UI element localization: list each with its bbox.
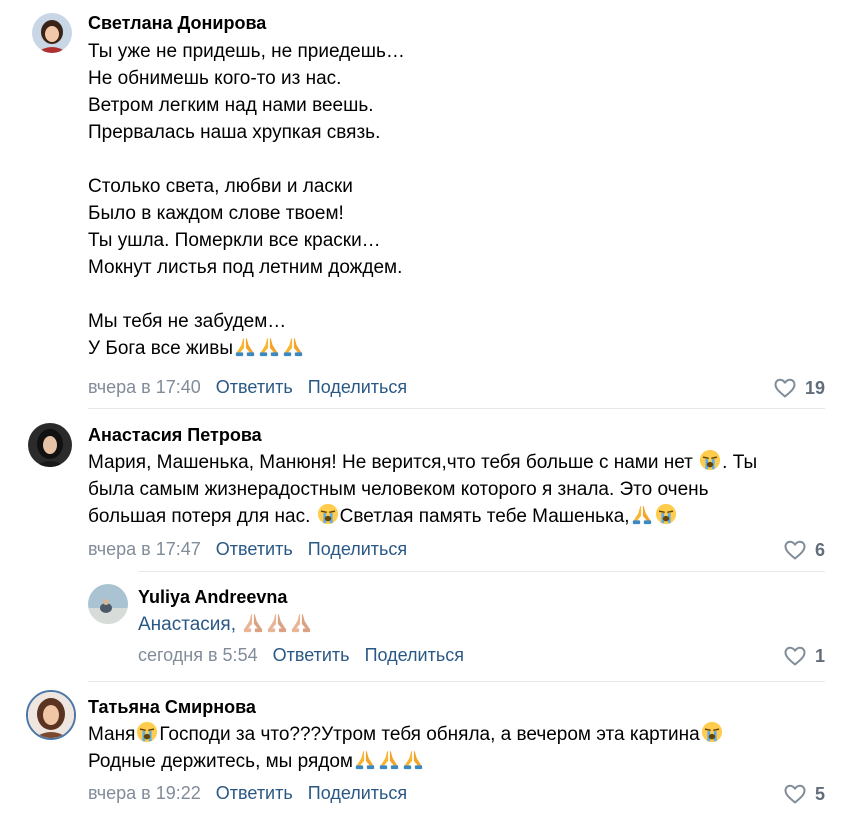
heart-outline-icon xyxy=(773,376,797,400)
comment-text: Мария, Машенька, Манюня! Не верится,что … xyxy=(88,449,828,530)
folded-hands-emoji xyxy=(282,335,304,357)
comment: Анастасия Петрова Мария, Машенька, Манюн… xyxy=(0,410,855,572)
folded-hands-emoji xyxy=(378,748,400,770)
reply-button[interactable]: Ответить xyxy=(216,539,293,559)
folded-hands-emoji xyxy=(290,611,312,633)
comment-text: Ты уже не придешь, не приедешь… Не обним… xyxy=(88,41,405,359)
like-count: 6 xyxy=(814,540,825,560)
reply-button[interactable]: Ответить xyxy=(273,645,350,665)
comment-text: Маня Господи за что???Утром тебя обняла, … xyxy=(88,721,828,775)
folded-hands-emoji xyxy=(234,335,256,357)
like-button[interactable]: 1 xyxy=(783,644,825,668)
loudly-crying-face-emoji xyxy=(655,503,677,525)
comment-text: Анастасия, xyxy=(138,611,828,638)
comment: Татьяна Смирнова Маня Господи за что???Ут… xyxy=(0,682,855,820)
comment-author[interactable]: Светлана Донирова xyxy=(88,12,828,34)
heart-outline-icon xyxy=(783,538,807,562)
loudly-crying-face-emoji xyxy=(699,449,721,471)
divider xyxy=(88,408,825,409)
reply-mention-link[interactable]: Анастасия xyxy=(138,614,231,635)
reply-button[interactable]: Ответить xyxy=(216,377,293,397)
loudly-crying-face-emoji xyxy=(317,503,339,525)
comment-time[interactable]: вчера в 17:40 xyxy=(88,377,201,397)
comment-author[interactable]: Анастасия Петрова xyxy=(88,424,828,446)
comment: Светлана Донирова Ты уже не придешь, не … xyxy=(0,0,855,410)
like-count: 19 xyxy=(804,378,825,398)
comment-meta: вчера в 17:47 Ответить Поделиться xyxy=(88,538,407,560)
share-button[interactable]: Поделиться xyxy=(365,645,464,665)
comment-meta: вчера в 19:22 Ответить Поделиться xyxy=(88,782,407,804)
comment-meta: вчера в 17:40 Ответить Поделиться xyxy=(88,376,407,398)
folded-hands-emoji xyxy=(631,503,653,525)
like-count: 1 xyxy=(814,646,825,666)
like-button[interactable]: 5 xyxy=(783,782,825,806)
heart-outline-icon xyxy=(783,644,807,668)
heart-outline-icon xyxy=(783,782,807,806)
avatar[interactable] xyxy=(28,423,72,467)
comment-meta: сегодня в 5:54 Ответить Поделиться xyxy=(138,644,464,666)
folded-hands-emoji xyxy=(354,748,376,770)
comment-time[interactable]: вчера в 17:47 xyxy=(88,539,201,559)
like-button[interactable]: 6 xyxy=(783,538,825,562)
comment-time[interactable]: сегодня в 5:54 xyxy=(138,645,258,665)
folded-hands-emoji xyxy=(242,611,264,633)
like-button[interactable]: 19 xyxy=(773,376,825,400)
reply-button[interactable]: Ответить xyxy=(216,783,293,803)
avatar[interactable] xyxy=(32,13,72,53)
avatar[interactable] xyxy=(88,584,128,624)
like-count: 5 xyxy=(814,784,825,804)
comment-time[interactable]: вчера в 19:22 xyxy=(88,783,201,803)
share-button[interactable]: Поделиться xyxy=(308,783,407,803)
comment-author[interactable]: Yuliya Andreevna xyxy=(138,586,828,608)
comment-author[interactable]: Татьяна Смирнова xyxy=(88,696,828,718)
folded-hands-emoji xyxy=(258,335,280,357)
loudly-crying-face-emoji xyxy=(701,721,723,743)
folded-hands-emoji xyxy=(402,748,424,770)
share-button[interactable]: Поделиться xyxy=(308,539,407,559)
comment-reply: Yuliya Andreevna Анастасия, сегодня в 5:… xyxy=(0,572,855,682)
share-button[interactable]: Поделиться xyxy=(308,377,407,397)
folded-hands-emoji xyxy=(266,611,288,633)
loudly-crying-face-emoji xyxy=(136,721,158,743)
avatar[interactable] xyxy=(26,690,76,740)
